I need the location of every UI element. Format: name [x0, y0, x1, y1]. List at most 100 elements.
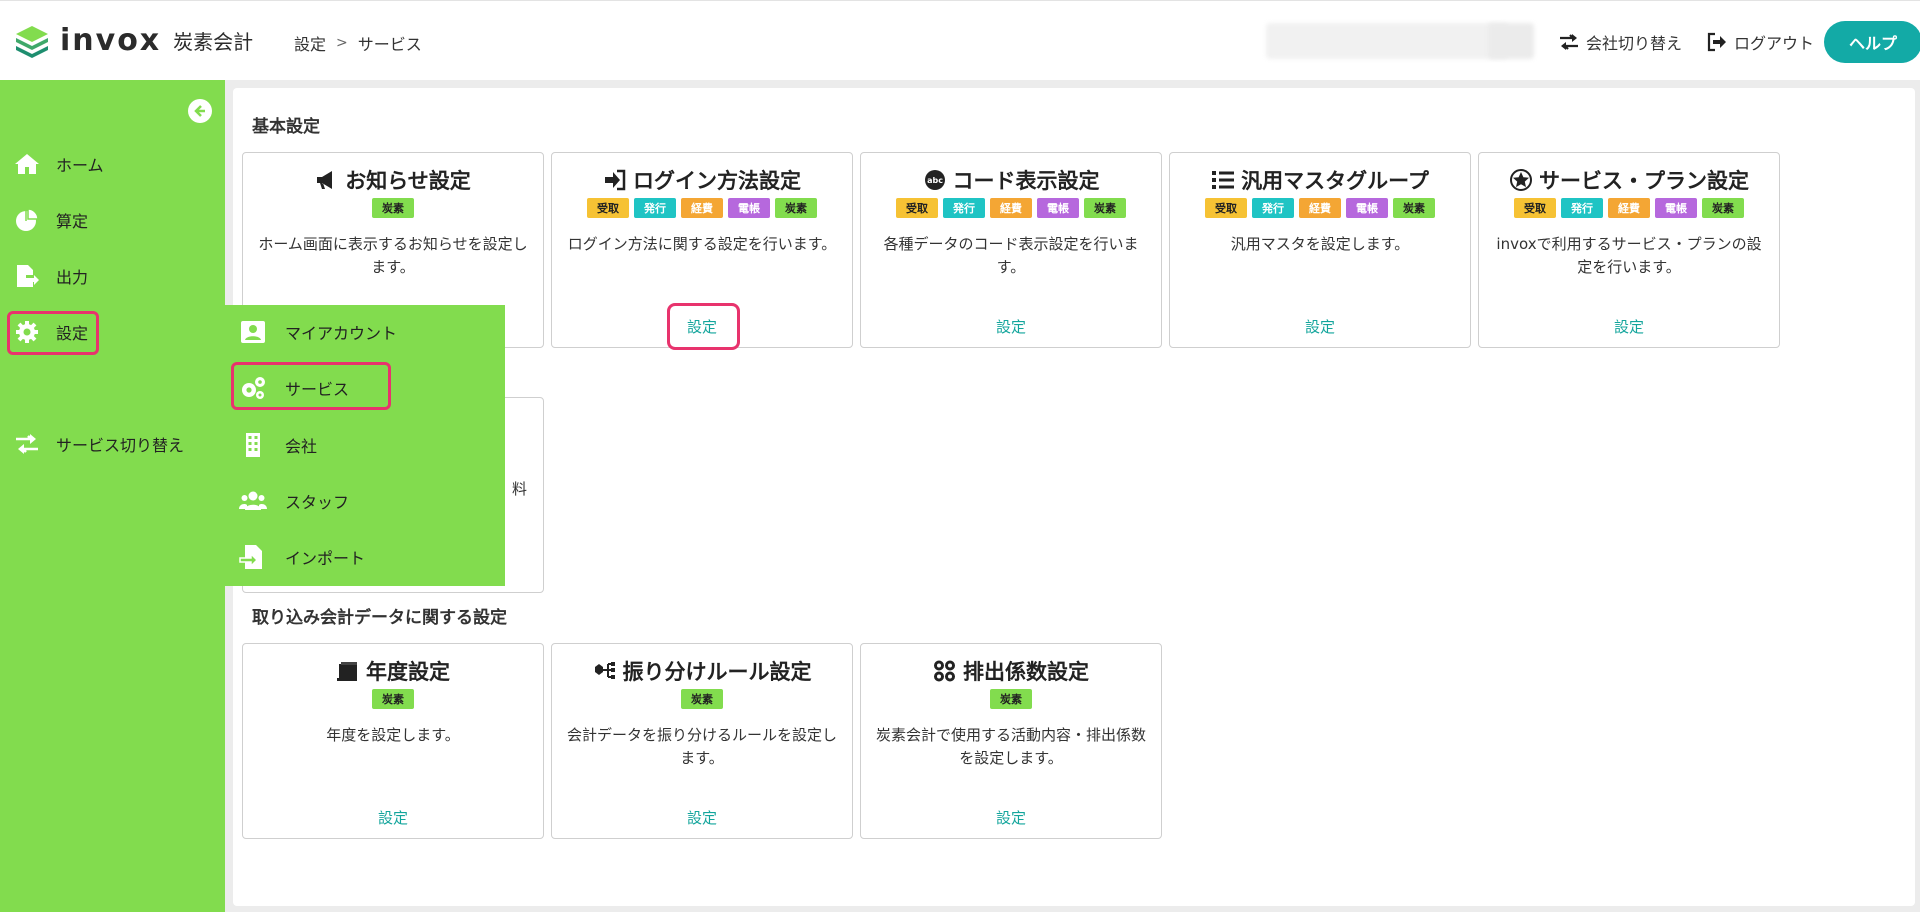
card-description: 汎用マスタを設定します。 [1230, 235, 1410, 253]
service-tags: 受取 発行 経費 電帳 炭素 [1479, 198, 1779, 218]
tag-issue: 発行 [1252, 198, 1294, 218]
settings-highlight-box [7, 311, 99, 355]
logo-subtitle: 炭素会計 [173, 30, 254, 54]
card-title: ログイン方法設定 [552, 165, 852, 195]
sidebar-item-output[interactable]: 出力 [14, 264, 88, 288]
tag-receive: 受取 [1514, 198, 1556, 218]
tag-carbon: 炭素 [372, 689, 414, 709]
card-title: 振り分けルール設定 [552, 656, 852, 686]
card-fiscal-year-settings: 年度設定 炭素 年度を設定します。 設定 [242, 643, 544, 839]
swap-icon [1560, 34, 1578, 50]
card-service-plan-settings: サービス・プラン設定 受取 発行 経費 電帳 炭素 invoxで利用するサービス… [1478, 152, 1780, 348]
tag-carbon: 炭素 [1702, 198, 1744, 218]
tag-carbon: 炭素 [681, 689, 723, 709]
sidebar: ホーム 算定 出力 設定 サービス切り替え [0, 80, 225, 912]
card-title-text: コード表示設定 [952, 169, 1100, 193]
submenu-item-my-account[interactable]: マイアカウント [239, 319, 397, 345]
sidebar-item-label: 算定 [56, 212, 89, 231]
card-emission-factor-settings: 排出係数設定 炭素 炭素会計で使用する活動内容・排出係数を設定します。 設定 [860, 643, 1162, 839]
arrow-left-icon [194, 105, 205, 117]
card-settings-link[interactable]: 設定 [861, 807, 1161, 828]
submenu-item-staff[interactable]: スタッフ [239, 488, 349, 514]
breadcrumb-separator: > [336, 35, 348, 51]
card-title: お知らせ設定 [243, 165, 543, 195]
submenu-item-company[interactable]: 会社 [239, 432, 317, 458]
card-description: 炭素会計で使用する活動内容・排出係数を設定します。 [875, 726, 1146, 767]
svg-text:abc: abc [927, 176, 943, 185]
sidebar-item-label: 出力 [56, 268, 89, 287]
card-settings-link[interactable]: 設定 [243, 807, 543, 828]
calendar-icon [337, 662, 357, 681]
users-icon [239, 491, 267, 510]
card-title-text: 年度設定 [366, 660, 450, 684]
tag-e-book: 電帳 [728, 198, 770, 218]
service-tags: 炭素 [861, 689, 1161, 709]
card-code-display-settings: abc コード表示設定 受取 発行 経費 電帳 炭素 各種データのコード表示設定… [860, 152, 1162, 348]
card-description: 会計データを振り分けるルールを設定します。 [566, 726, 837, 767]
logout-icon [1707, 32, 1726, 52]
section-title-basic: 基本設定 [252, 117, 320, 137]
sidebar-item-service-switch[interactable]: サービス切り替え [14, 432, 184, 456]
tag-carbon: 炭素 [775, 198, 817, 218]
tag-e-book: 電帳 [1655, 198, 1697, 218]
tag-expense: 経費 [681, 198, 723, 218]
service-tags: 受取 発行 経費 電帳 炭素 [1170, 198, 1470, 218]
tag-e-book: 電帳 [1346, 198, 1388, 218]
card-settings-link[interactable]: 設定 [1479, 316, 1779, 337]
swap-icon [16, 434, 38, 454]
service-tags: 炭素 [243, 689, 543, 709]
card-title-text: ログイン方法設定 [633, 169, 801, 193]
card-allocation-rule-settings: 振り分けルール設定 炭素 会計データを振り分けるルールを設定します。 設定 [551, 643, 853, 839]
card-title: 排出係数設定 [861, 656, 1161, 686]
blurred-user-badge [1488, 23, 1534, 59]
file-export-icon [17, 265, 39, 287]
tag-issue: 発行 [943, 198, 985, 218]
logo-cube-icon [16, 25, 48, 58]
tag-receive: 受取 [587, 198, 629, 218]
invox-logo[interactable]: invox 炭素会計 [14, 23, 253, 58]
logout-link[interactable]: ログアウト [1706, 30, 1814, 54]
card-description: 各種データのコード表示設定を行います。 [883, 235, 1139, 276]
pie-chart-icon [16, 208, 39, 231]
card-title-text: 振り分けルール設定 [622, 660, 812, 684]
service-tags: 炭素 [243, 198, 543, 218]
import-icon [239, 545, 262, 569]
card-title: サービス・プラン設定 [1479, 165, 1779, 195]
sign-in-icon [605, 169, 626, 191]
header-bar: invox 炭素会計 設定 > サービス 会社切り替え ログアウト ヘルプ [0, 0, 1920, 80]
service-tags: 受取 発行 経費 電帳 炭素 [552, 198, 852, 218]
star-icon [1510, 169, 1532, 191]
card-settings-link[interactable]: 設定 [1170, 316, 1470, 337]
section-title-accounting-data: 取り込み会計データに関する設定 [252, 608, 507, 628]
switch-company-link[interactable]: 会社切り替え [1558, 30, 1682, 54]
card-title: 年度設定 [243, 656, 543, 686]
submenu-item-label: 会社 [285, 437, 318, 456]
abc-icon: abc [924, 170, 945, 190]
megaphone-icon [317, 171, 333, 189]
breadcrumb-service: サービス [357, 35, 422, 54]
logo-text: invox [60, 23, 162, 58]
sidebar-item-home[interactable]: ホーム [14, 152, 104, 176]
card-settings-link[interactable]: 設定 [552, 807, 852, 828]
breadcrumb-settings[interactable]: 設定 [294, 31, 326, 55]
sidebar-item-label: ホーム [56, 156, 104, 175]
blurred-user-info [1266, 23, 1508, 59]
card-title: abc コード表示設定 [861, 165, 1161, 195]
card-settings-link[interactable]: 設定 [861, 316, 1161, 337]
tag-expense: 経費 [1608, 198, 1650, 218]
card-title-text: 汎用マスタグループ [1241, 169, 1429, 193]
submenu-item-label: スタッフ [285, 493, 350, 512]
account-icon [241, 321, 265, 343]
switch-company-label: 会社切り替え [1586, 34, 1683, 53]
tag-issue: 発行 [634, 198, 676, 218]
home-icon [15, 154, 39, 174]
card-description: 年度を設定します。 [326, 726, 460, 744]
card-description: ログイン方法に関する設定を行います。 [567, 235, 837, 253]
sidebar-item-calculation[interactable]: 算定 [14, 208, 88, 232]
collapse-sidebar-button[interactable] [188, 99, 212, 123]
submenu-item-import[interactable]: インポート [239, 544, 365, 570]
card-title: 汎用マスタグループ [1170, 165, 1470, 195]
card-description: invoxで利用するサービス・プランの設定を行います。 [1496, 235, 1762, 276]
submenu-item-label: マイアカウント [285, 324, 398, 343]
help-button[interactable]: ヘルプ [1824, 21, 1920, 63]
